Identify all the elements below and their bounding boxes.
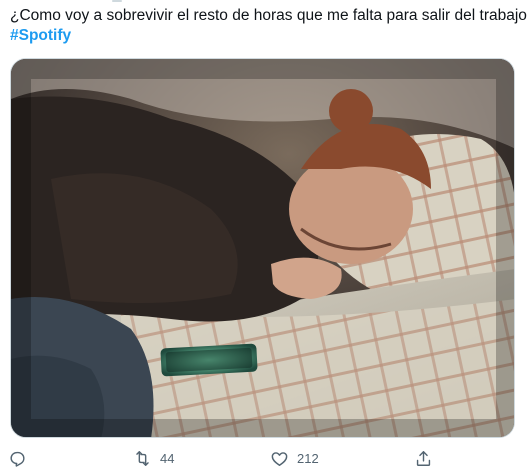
like-count: 212: [297, 450, 319, 466]
like-button[interactable]: 212: [270, 446, 319, 470]
tweet-action-bar: 44 212: [0, 446, 527, 470]
share-icon: [416, 450, 431, 466]
retweet-icon: [136, 450, 149, 466]
share-button[interactable]: [414, 446, 433, 470]
hashtag-link[interactable]: #Spotify: [10, 26, 520, 46]
tweet-media-photo[interactable]: [10, 58, 515, 438]
reply-button[interactable]: [8, 446, 27, 470]
retweet-count: 44: [160, 450, 175, 466]
retweet-button[interactable]: 44: [133, 446, 174, 470]
tweet: ¿Como voy a sobrevivir el resto de horas…: [0, 0, 527, 471]
heart-icon: [271, 451, 288, 466]
previous-tweet-edge: [20, 0, 140, 3]
photo-illustration: [11, 59, 514, 437]
reply-icon: [10, 451, 25, 467]
tweet-text: ¿Como voy a sobrevivir el resto de horas…: [10, 6, 527, 46]
tweet-body: ¿Como voy a sobrevivir el resto de horas…: [10, 7, 527, 24]
divider-mark: [112, 0, 122, 2]
